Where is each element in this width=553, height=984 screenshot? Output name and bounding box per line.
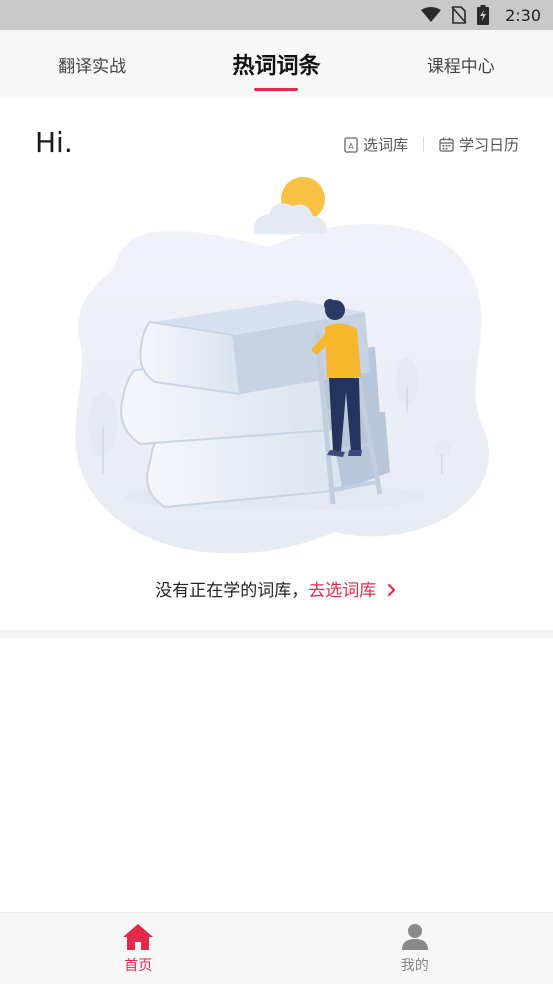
go-select-library-link[interactable]: 去选词库 <box>308 581 397 601</box>
tab-hot-words[interactable]: 热词词条 <box>184 30 368 98</box>
library-icon: A <box>344 137 358 153</box>
study-calendar-button[interactable]: 学习日历 <box>439 134 519 155</box>
calendar-icon <box>439 137 454 152</box>
user-icon <box>401 923 429 951</box>
empty-state-text: 没有正在学的词库， <box>155 581 308 601</box>
tab-course-center[interactable]: 课程中心 <box>369 30 553 98</box>
wifi-icon <box>421 7 441 23</box>
active-tab-indicator <box>254 88 298 91</box>
section-separator <box>0 630 553 638</box>
empty-state-message: 没有正在学的词库，去选词库 <box>0 576 553 601</box>
tab-label: 热词词条 <box>232 48 320 80</box>
no-sim-icon <box>451 6 467 24</box>
battery-charging-icon <box>477 5 489 25</box>
action-divider <box>423 137 424 152</box>
status-time: 2:30 <box>505 6 541 25</box>
empty-library-illustration <box>55 172 505 567</box>
tab-translation-practice[interactable]: 翻译实战 <box>0 30 184 98</box>
greeting: Hi. <box>35 126 73 159</box>
home-icon <box>122 923 154 951</box>
go-select-library-label: 去选词库 <box>308 581 376 601</box>
top-tab-bar: 翻译实战 热词词条 课程中心 <box>0 30 553 98</box>
select-library-label: 选词库 <box>363 134 408 155</box>
study-calendar-label: 学习日历 <box>459 134 519 155</box>
status-bar: 2:30 <box>0 0 553 30</box>
chevron-right-icon <box>386 583 398 597</box>
svg-text:A: A <box>348 142 354 151</box>
nav-mine-label: 我的 <box>401 955 429 975</box>
tab-label: 课程中心 <box>427 52 495 77</box>
tab-label: 翻译实战 <box>58 52 126 77</box>
nav-mine[interactable]: 我的 <box>277 913 553 984</box>
bottom-navigation: 首页 我的 <box>0 912 553 984</box>
nav-home[interactable]: 首页 <box>0 913 277 984</box>
nav-home-label: 首页 <box>124 955 152 975</box>
select-library-button[interactable]: A 选词库 <box>344 134 408 155</box>
header-actions: A 选词库 学习日历 <box>344 134 519 155</box>
